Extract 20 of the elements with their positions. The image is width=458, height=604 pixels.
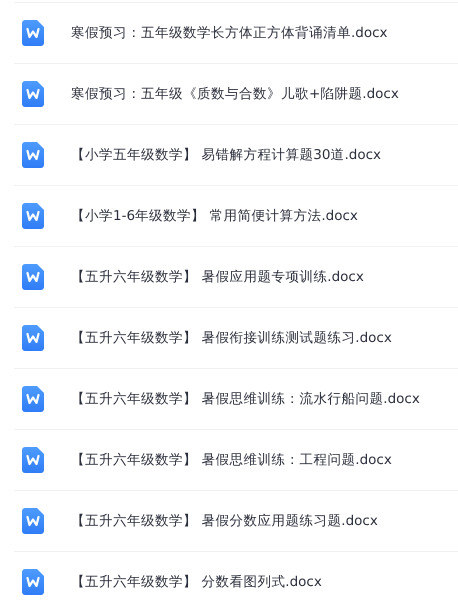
word-document-icon: [22, 203, 44, 229]
file-name[interactable]: 【五升六年级数学】 暑假思维训练：工程问题.docx: [71, 450, 392, 470]
file-name[interactable]: 寒假预习：五年级数学长方体正方体背诵清单.docx: [71, 22, 388, 44]
word-document-icon: [22, 142, 44, 168]
file-name[interactable]: 【小学五年级数学】 易错解方程计算题30道.docx: [71, 144, 382, 166]
file-name[interactable]: 【五升六年级数学】 暑假分数应用题练习题.docx: [71, 510, 378, 532]
word-document-icon: [22, 569, 44, 595]
file-name[interactable]: 【五升六年级数学】 暑假应用题专项训练.docx: [71, 266, 364, 288]
word-document-icon: [22, 20, 44, 46]
word-document-icon: [22, 508, 44, 534]
file-name[interactable]: 【小学1-6年级数学】 常用简便计算方法.docx: [71, 206, 358, 226]
file-name[interactable]: 寒假预习：五年级《质数与合数》儿歌+陷阱题.docx: [71, 84, 399, 104]
word-document-icon: [22, 264, 44, 290]
file-name[interactable]: 【五升六年级数学】 暑假衔接训练测试题练习.docx: [71, 328, 392, 348]
word-document-icon: [22, 386, 44, 412]
file-name[interactable]: 【五升六年级数学】 分数看图列式.docx: [71, 572, 322, 592]
word-document-icon: [22, 81, 44, 107]
file-name[interactable]: 【五升六年级数学】 暑假思维训练：流水行船问题.docx: [71, 388, 420, 410]
word-document-icon: [22, 447, 44, 473]
word-document-icon: [22, 325, 44, 351]
